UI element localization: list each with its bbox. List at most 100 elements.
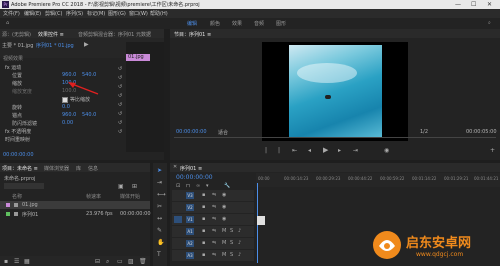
menu-file[interactable]: 文件(F) (3, 10, 20, 17)
menu-graphics[interactable]: 图形(G) (108, 10, 126, 17)
play-clip-icon[interactable]: ▶ (84, 41, 89, 48)
menu-clip[interactable]: 剪辑(C) (45, 10, 62, 17)
solo-icon[interactable]: S (230, 228, 233, 234)
lock-icon[interactable]: ▪ (202, 240, 205, 246)
project-search-input[interactable] (4, 183, 44, 189)
minimize-button[interactable]: — (455, 1, 461, 8)
workspace-color[interactable]: 颜色 (210, 20, 220, 27)
hand-tool-icon[interactable]: ✋ (157, 239, 164, 246)
track-select-tool-icon[interactable]: ⇥ (157, 179, 162, 186)
sync-lock-icon[interactable]: ⇋ (212, 252, 216, 258)
sequence-clip-label[interactable]: 序列01 * 01.jpg (36, 42, 74, 49)
sync-lock-icon[interactable]: ⇋ (212, 228, 216, 234)
razor-tool-icon[interactable]: ✂ (157, 203, 162, 210)
automate-icon[interactable]: ⊟ (95, 258, 100, 265)
reset-icon[interactable]: ↺ (118, 66, 122, 72)
microphone-icon[interactable]: ♪ (238, 240, 241, 246)
menu-marker[interactable]: 标记(M) (87, 10, 105, 17)
opacity-effect[interactable]: fx 不透明度 (5, 128, 31, 135)
tab-libraries[interactable]: 库 (76, 165, 81, 172)
reset-icon[interactable]: ↺ (118, 120, 122, 126)
add-marker-icon[interactable]: ▾ (206, 183, 209, 189)
new-bin-icon[interactable]: ▭ (117, 258, 123, 265)
export-frame-icon[interactable]: ◉ (384, 147, 389, 154)
clip-bar[interactable]: 01.jpg (126, 54, 150, 61)
time-remap-effect[interactable]: 时间重映射 (5, 136, 30, 143)
tab-project[interactable]: 项目：未命名 ≡ (2, 165, 38, 172)
menu-window[interactable]: 窗口(W) (129, 10, 148, 17)
search-icon[interactable]: ⌕ (488, 20, 491, 26)
play-icon[interactable]: ▶ (323, 146, 328, 154)
close-icon[interactable]: ✕ (173, 164, 177, 170)
track-label[interactable]: A3 (186, 252, 194, 259)
mark-in-icon[interactable]: | (265, 147, 267, 154)
rotation-value[interactable]: 0.0 (62, 104, 70, 110)
list-item[interactable]: 序列01 23.976 fps 00:00:00:00 (0, 210, 151, 218)
slip-tool-icon[interactable]: ↔ (157, 215, 162, 222)
workspace-audio[interactable]: 音频 (254, 20, 264, 27)
wrench-icon[interactable]: 🔧 (224, 183, 230, 189)
column-frame-rate[interactable]: 帧速率 (86, 193, 101, 200)
position-x-value[interactable]: 960.0 (62, 72, 76, 78)
ripple-edit-tool-icon[interactable]: ⟷ (157, 191, 166, 198)
eye-icon[interactable]: ◉ (222, 204, 226, 210)
reset-icon[interactable]: ↺ (118, 93, 122, 99)
effect-timecode[interactable]: 00:00:00:00 (3, 152, 34, 158)
go-to-out-icon[interactable]: ⇥ (353, 147, 358, 154)
nest-icon[interactable]: ⊡ (176, 183, 180, 189)
lock-icon[interactable]: ▪ (202, 228, 205, 234)
timeline-timecode[interactable]: 00:00:00:00 (176, 174, 213, 181)
microphone-icon[interactable]: ♪ (238, 228, 241, 234)
column-media-start[interactable]: 媒体开始 (120, 193, 140, 200)
lock-icon[interactable]: ▪ (202, 204, 205, 210)
home-icon[interactable]: ⌂ (6, 20, 9, 26)
new-item-icon[interactable]: ▨ (128, 258, 134, 265)
anchor-x-value[interactable]: 960.0 (62, 112, 76, 118)
lock-icon[interactable]: ▪ (202, 192, 205, 198)
selection-tool-icon[interactable]: ➤ (157, 167, 162, 174)
close-button[interactable]: ✕ (487, 1, 492, 8)
mute-icon[interactable]: M (222, 228, 226, 234)
eye-icon[interactable]: ◉ (222, 192, 226, 198)
track-label[interactable]: V1 (186, 216, 194, 223)
step-back-icon[interactable]: ◂ (308, 147, 311, 154)
tab-info[interactable]: 信息 (88, 165, 98, 172)
lock-icon[interactable]: ▪ (4, 258, 8, 265)
motion-effect[interactable]: fx 运动 (5, 64, 21, 71)
reset-icon[interactable]: ↺ (118, 84, 122, 90)
track-label[interactable]: V2 (186, 204, 194, 211)
track-label[interactable]: V3 (186, 192, 194, 199)
menu-edit[interactable]: 编辑(E) (24, 10, 41, 17)
menu-sequence[interactable]: 序列(S) (66, 10, 83, 17)
timeline-title[interactable]: 序列01 ≡ (180, 165, 202, 172)
track-label[interactable]: A1 (186, 228, 194, 235)
list-view-icon[interactable]: ☰ (14, 258, 19, 265)
filter-icon[interactable]: ⊞ (132, 183, 137, 190)
uniform-scale-checkbox[interactable] (62, 97, 68, 103)
sync-lock-icon[interactable]: ⇋ (212, 216, 216, 222)
step-forward-icon[interactable]: ▸ (338, 147, 341, 154)
anchor-y-value[interactable]: 540.0 (82, 112, 96, 118)
timeline-clip[interactable] (257, 216, 265, 225)
tab-metadata[interactable]: 元数据 (136, 31, 151, 38)
sync-lock-icon[interactable]: ⇋ (212, 192, 216, 198)
microphone-icon[interactable]: ♪ (238, 252, 241, 258)
quality-dropdown[interactable]: 1/2 (420, 129, 428, 135)
reset-icon[interactable]: ↺ (118, 129, 122, 135)
icon-view-icon[interactable]: ▦ (24, 258, 30, 265)
add-button-icon[interactable]: + (490, 147, 495, 154)
solo-icon[interactable]: S (230, 240, 233, 246)
go-to-in-icon[interactable]: ⇤ (292, 147, 297, 154)
find-icon[interactable]: ⌕ (106, 258, 109, 266)
tab-audio-mixer[interactable]: 音频剪辑混合器：序列01 (78, 31, 134, 38)
mute-icon[interactable]: M (222, 252, 226, 258)
snap-icon[interactable]: ⊓ (186, 183, 190, 189)
program-timecode[interactable]: 00:00:00:00 (176, 129, 207, 135)
workspace-effects[interactable]: 效果 (232, 20, 242, 27)
sync-lock-icon[interactable]: ⇋ (212, 204, 216, 210)
solo-icon[interactable]: S (230, 252, 233, 258)
reset-icon[interactable]: ↺ (118, 102, 122, 108)
reset-icon[interactable]: ↺ (118, 111, 122, 117)
source-clip-label[interactable]: 主要 * 01.jpg (2, 42, 33, 49)
maximize-button[interactable]: ☐ (471, 1, 476, 8)
